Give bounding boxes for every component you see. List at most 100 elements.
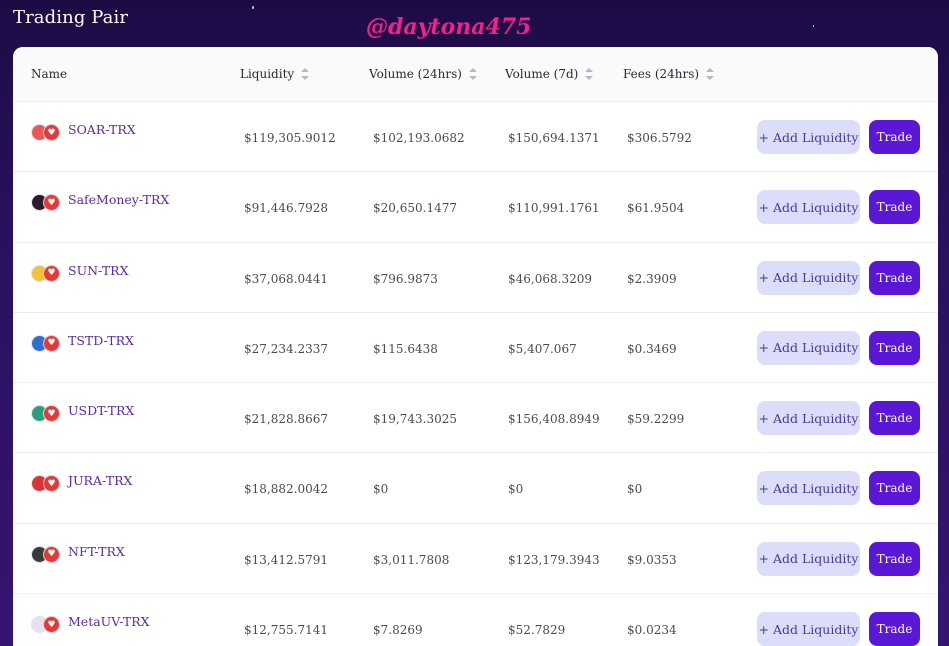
trade-button[interactable]: Trade [869,260,920,295]
page-title: Trading Pair [13,7,129,28]
trx-token-icon [43,334,60,352]
liquidity-value: $119,305.9012 [244,131,336,145]
liquidity-value: $91,446.7928 [244,201,328,216]
pair-name[interactable]: SOAR-TRX [68,122,136,137]
fees-24h-value: $0 [627,482,643,497]
sort-icon[interactable] [468,68,477,80]
add-liquidity-button[interactable]: + Add Liquidity [757,541,860,576]
fees-24h-value: $9.0353 [627,552,677,567]
volume-7d-value: $123,179.3943 [508,552,600,567]
header-volume-24h[interactable]: Volume (24hrs) [369,67,477,81]
trx-token-icon [43,545,60,563]
trx-token-icon [43,194,60,212]
trade-button[interactable]: Trade [869,401,920,436]
header-fees-24h-label: Fees (24hrs) [623,67,700,81]
fees-24h-value: $0.3469 [627,341,677,356]
add-liquidity-button[interactable]: + Add Liquidity [757,401,860,436]
pair-name[interactable]: JURA-TRX [68,473,132,488]
pair-name[interactable]: TSTD-TRX [68,333,134,348]
volume-7d-value: $46,068.3209 [508,271,592,286]
sort-icon[interactable] [301,68,310,80]
volume-24h-value: $102,193.0682 [373,131,465,145]
header-volume-24h-label: Volume (24hrs) [369,67,462,81]
trade-button[interactable]: Trade [869,541,920,576]
volume-24h-value: $20,650.1477 [373,201,457,216]
table-row: MetaUV-TRX $12,755.7141 $7.8269 $52.7829… [13,594,938,646]
fees-24h-value: $2.3909 [627,271,677,286]
fees-24h-value: $59.2299 [627,412,685,427]
liquidity-value: $18,882.0042 [244,482,328,497]
trading-pair-table: Name Liquidity Volume (24hrs) Volume (7d… [13,47,938,646]
table-row: SOAR-TRX $119,305.9012 $102,193.0682 $15… [13,102,938,173]
watermark: @daytona475 [366,14,532,40]
volume-24h-value: $7.8269 [373,623,423,638]
background-star [813,25,814,27]
header-volume-7d[interactable]: Volume (7d) [505,67,594,81]
fees-24h-value: $0.0234 [627,623,677,638]
table-row: USDT-TRX $21,828.8667 $19,743.3025 $156,… [13,383,938,454]
pair-name[interactable]: SafeMoney-TRX [68,192,169,207]
table-row: SUN-TRX $37,068.0441 $796.9873 $46,068.3… [13,243,938,313]
header-liquidity-label: Liquidity [240,67,295,81]
fees-24h-value: $306.5792 [627,131,692,145]
pair-name[interactable]: MetaUV-TRX [68,614,150,629]
trade-button[interactable]: Trade [869,330,920,365]
add-liquidity-button[interactable]: + Add Liquidity [757,471,860,506]
liquidity-value: $12,755.7141 [244,623,328,638]
liquidity-value: $13,412.5791 [244,552,328,567]
add-liquidity-button[interactable]: + Add Liquidity [757,612,860,646]
volume-7d-value: $110,991.1761 [508,201,600,216]
volume-7d-value: $5,407.067 [508,341,577,356]
add-liquidity-button[interactable]: + Add Liquidity [757,260,860,295]
trx-token-icon [43,616,60,634]
liquidity-value: $27,234.2337 [244,341,328,356]
trx-token-icon [43,475,60,493]
liquidity-value: $37,068.0441 [244,271,328,286]
trx-token-icon [43,264,60,282]
pair-name[interactable]: NFT-TRX [68,544,125,559]
header-fees-24h[interactable]: Fees (24hrs) [623,67,715,81]
header-name: Name [31,67,67,81]
header-name-label: Name [31,67,68,81]
volume-24h-value: $796.9873 [373,271,438,286]
pair-cell[interactable]: JURA-TRX [31,473,132,493]
volume-7d-value: $150,694.1371 [508,131,600,145]
add-liquidity-button[interactable]: + Add Liquidity [757,120,860,154]
liquidity-value: $21,828.8667 [244,412,328,427]
volume-24h-value: $115.6438 [373,341,438,356]
volume-7d-value: $0 [508,482,524,497]
fees-24h-value: $61.9504 [627,201,685,216]
pair-name[interactable]: USDT-TRX [68,403,134,418]
table-row: TSTD-TRX $27,234.2337 $115.6438 $5,407.0… [13,313,938,384]
pair-cell[interactable]: SOAR-TRX [31,122,136,141]
trade-button[interactable]: Trade [869,120,920,154]
volume-24h-value: $19,743.3025 [373,412,457,427]
pair-cell[interactable]: NFT-TRX [31,544,125,563]
pair-cell[interactable]: SUN-TRX [31,263,128,282]
table-header: Name Liquidity Volume (24hrs) Volume (7d… [13,47,938,102]
sort-icon[interactable] [585,68,594,80]
pair-name[interactable]: SUN-TRX [68,263,128,278]
trade-button[interactable]: Trade [869,612,920,646]
table-row: JURA-TRX $18,882.0042 $0 $0 $0 + Add Liq… [13,453,938,524]
table-body: SOAR-TRX $119,305.9012 $102,193.0682 $15… [13,102,938,646]
volume-24h-value: $3,011.7808 [373,552,450,567]
add-liquidity-button[interactable]: + Add Liquidity [757,330,860,365]
header-liquidity[interactable]: Liquidity [240,67,310,81]
table-row: NFT-TRX $13,412.5791 $3,011.7808 $123,17… [13,524,938,595]
trade-button[interactable]: Trade [869,190,920,225]
header-volume-7d-label: Volume (7d) [505,67,579,81]
background-star [252,6,254,9]
add-liquidity-button[interactable]: + Add Liquidity [757,190,860,225]
volume-24h-value: $0 [373,482,389,497]
sort-icon[interactable] [706,68,715,80]
volume-7d-value: $52.7829 [508,623,566,638]
table-row: SafeMoney-TRX $91,446.7928 $20,650.1477 … [13,172,938,243]
trx-token-icon [43,124,60,141]
pair-cell[interactable]: SafeMoney-TRX [31,192,169,212]
pair-cell[interactable]: TSTD-TRX [31,333,134,352]
pair-cell[interactable]: MetaUV-TRX [31,614,150,634]
trx-token-icon [43,405,60,423]
pair-cell[interactable]: USDT-TRX [31,403,134,423]
trade-button[interactable]: Trade [869,471,920,506]
